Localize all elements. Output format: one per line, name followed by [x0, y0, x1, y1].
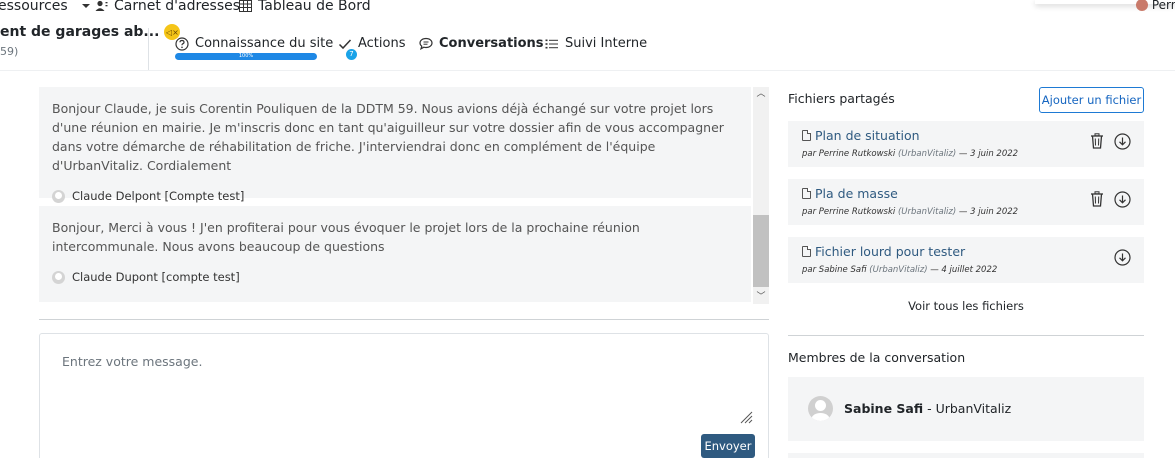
add-file-button[interactable]: Ajouter un fichier	[1039, 87, 1144, 113]
user-menu[interactable]: Perri	[1135, 0, 1175, 12]
files-title: Fichiers partagés	[788, 91, 895, 106]
tab-suivi-interne[interactable]: Suivi Interne	[545, 36, 647, 51]
avatar	[808, 396, 833, 421]
file-name: Fichier lourd pour tester	[815, 244, 966, 259]
message-text: Bonjour, Merci à vous ! J'en profiterai …	[52, 220, 640, 254]
project-title-text: ent de garages ab...	[0, 24, 160, 40]
table-icon	[239, 0, 252, 12]
file-author: par Perrine Rutkowski	[802, 207, 896, 217]
scroll-up-icon[interactable]: ︿	[753, 87, 769, 101]
message-author-name: Claude Delpont [Compte test]	[72, 189, 245, 203]
question-circle-icon	[175, 36, 189, 51]
tab-suivi-interne-label: Suivi Interne	[565, 36, 648, 51]
user-avatar	[1135, 0, 1148, 11]
message-scrollbar[interactable]: ︿ ﹀	[753, 87, 769, 304]
user-icon	[52, 189, 65, 203]
file-icon	[802, 188, 811, 199]
file-name: Pla de masse	[815, 186, 898, 201]
message-author-name: Claude Dupont [compte test]	[72, 270, 240, 284]
nav-carnet[interactable]: Carnet d'adresses	[95, 0, 240, 14]
message-input[interactable]	[40, 334, 768, 458]
file-link[interactable]: Fichier lourd pour tester	[802, 244, 965, 259]
list-icon	[545, 39, 558, 48]
next-member-card	[788, 453, 1144, 458]
file-author: par Sabine Safi	[802, 265, 867, 275]
nav-tableau-label: Tableau de Bord	[258, 0, 371, 14]
file-item: Plan de situation par Perrine Rutkowski …	[788, 121, 1144, 167]
file-icon	[802, 246, 811, 257]
scroll-down-icon[interactable]: ﹀	[753, 290, 769, 304]
project-title: ent de garages ab... ◁×	[0, 24, 181, 40]
member-item: Sabine Safi - UrbanVitaliz	[788, 377, 1144, 441]
actions-count-badge: 7	[346, 49, 357, 60]
file-author: par Perrine Rutkowski	[802, 149, 896, 159]
file-item: Fichier lourd pour tester par Sabine Saf…	[788, 237, 1144, 283]
address-book-icon	[95, 0, 108, 11]
file-icon	[802, 130, 811, 141]
chevron-down-icon	[81, 4, 90, 8]
right-column-divider	[788, 335, 1144, 336]
message-text: Bonjour Claude, je suis Corentin Pouliqu…	[52, 101, 724, 173]
header-divider	[148, 28, 149, 70]
member-org: - UrbanVitaliz	[923, 401, 1012, 416]
file-meta: par Perrine Rutkowski (UrbanVitaliz) — 3…	[802, 149, 1018, 159]
user-name: Perri	[1151, 0, 1175, 12]
trash-icon[interactable]	[1090, 133, 1104, 149]
header-bottom-border	[0, 70, 1175, 71]
compose-box	[39, 333, 769, 458]
project-subtitle: 59)	[0, 45, 19, 58]
nav-ressources-label: essources	[0, 0, 68, 14]
file-date: — 4 juillet 2022	[930, 265, 998, 275]
nav-ressources[interactable]: essources	[0, 0, 90, 14]
file-org: (UrbanVitaliz)	[869, 265, 928, 275]
file-date: — 3 juin 2022	[958, 149, 1019, 159]
download-icon[interactable]	[1114, 133, 1131, 150]
file-meta: par Sabine Safi (UrbanVitaliz) — 4 juill…	[802, 265, 997, 275]
tab-conversations[interactable]: Conversations	[419, 36, 544, 51]
tab-connaissance-label: Connaissance du site	[195, 36, 334, 51]
file-org: (UrbanVitaliz)	[897, 149, 957, 159]
scroll-thumb[interactable]	[753, 215, 769, 287]
chat-icon	[419, 37, 433, 50]
check-icon	[338, 38, 352, 49]
message-item: Bonjour Claude, je suis Corentin Pouliqu…	[39, 87, 751, 203]
tab-actions-label: Actions	[358, 36, 406, 51]
user-icon	[52, 270, 65, 284]
top-navbar: essources Carnet d'adresses Tableau de B…	[0, 0, 1175, 18]
nav-tableau[interactable]: Tableau de Bord	[239, 0, 371, 14]
nav-carnet-label: Carnet d'adresses	[114, 0, 241, 14]
trash-icon[interactable]	[1090, 191, 1104, 207]
member-name-text: Sabine Safi	[844, 401, 924, 416]
file-org: (UrbanVitaliz)	[897, 207, 957, 217]
file-link[interactable]: Pla de masse	[802, 186, 898, 201]
see-all-files-link[interactable]: Voir tous les fichiers	[788, 299, 1144, 313]
download-icon[interactable]	[1114, 191, 1131, 208]
message-list[interactable]: Bonjour Claude, je suis Corentin Pouliqu…	[39, 87, 769, 304]
file-link[interactable]: Plan de situation	[802, 128, 920, 143]
member-name: Sabine Safi - UrbanVitaliz	[844, 401, 1011, 416]
message-author: Claude Delpont [Compte test]	[52, 189, 738, 203]
download-icon[interactable]	[1114, 249, 1131, 266]
progress-bar: 100%	[175, 53, 317, 60]
file-date: — 3 juin 2022	[958, 207, 1019, 217]
members-title: Membres de la conversation	[788, 350, 966, 365]
resize-handle-icon[interactable]	[739, 410, 753, 424]
message-author: Claude Dupont [compte test]	[52, 270, 738, 284]
file-name: Plan de situation	[815, 128, 920, 143]
file-item: Pla de masse par Perrine Rutkowski (Urba…	[788, 179, 1144, 225]
compose-divider	[39, 319, 769, 320]
file-meta: par Perrine Rutkowski (UrbanVitaliz) — 3…	[802, 207, 1018, 217]
message-item: Bonjour, Merci à vous ! J'en profiterai …	[39, 206, 751, 302]
tab-conversations-label: Conversations	[439, 36, 544, 51]
send-button[interactable]: Envoyer	[701, 434, 755, 458]
tab-connaissance[interactable]: Connaissance du site	[175, 36, 333, 51]
